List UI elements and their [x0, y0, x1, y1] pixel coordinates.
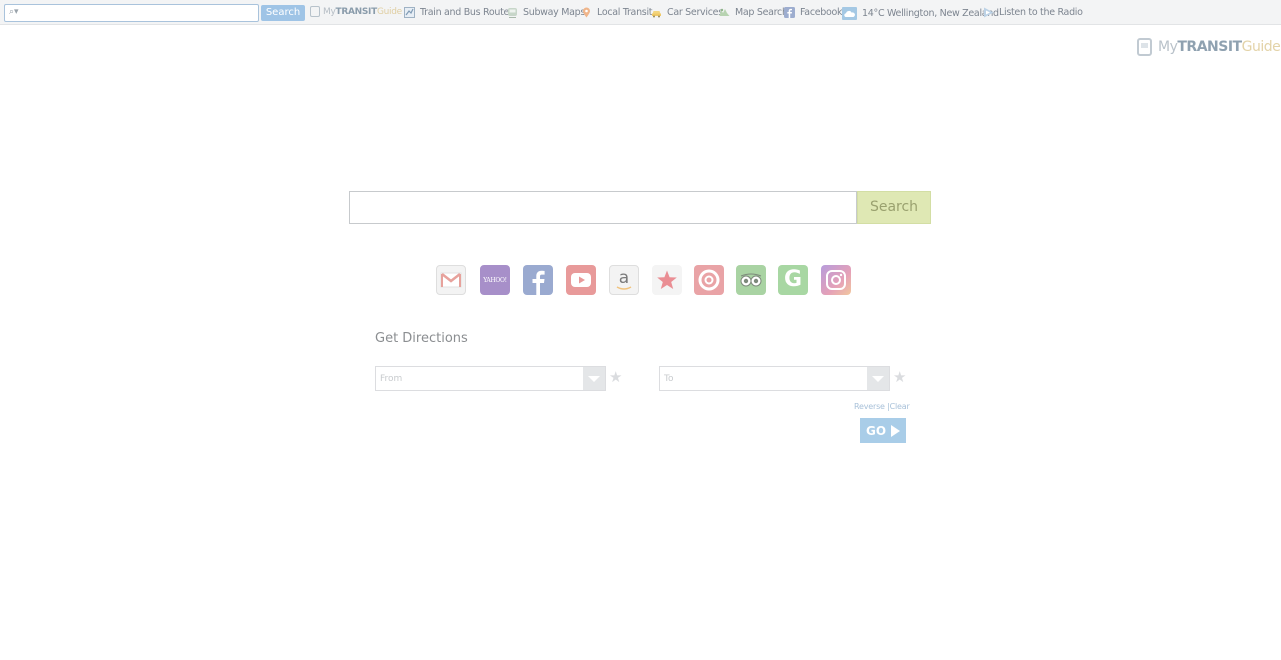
- corner-brand-logo[interactable]: MyTRANSITGuide™: [1137, 38, 1281, 56]
- toolbar-link-label: Local Transit: [597, 7, 653, 18]
- star-icon[interactable]: ★: [893, 369, 906, 386]
- main-search-box[interactable]: [349, 191, 857, 224]
- weather-cloud-icon: [842, 7, 857, 20]
- play-arrow-icon: [891, 424, 901, 437]
- quick-link-tripadvisor[interactable]: [736, 265, 766, 295]
- brand-my: My: [1158, 39, 1178, 55]
- toolbar-link-label: Car Services: [667, 7, 723, 18]
- brand-transit: TRANSIT: [335, 6, 378, 17]
- map-search-icon: [719, 8, 730, 16]
- map-pin-icon: [583, 7, 590, 18]
- main-search-input[interactable]: [350, 192, 856, 223]
- toolbar-link-label: 14°C Wellington, New Zealand: [862, 8, 999, 19]
- quick-link-instagram[interactable]: [821, 265, 851, 295]
- toolbar-link-weather[interactable]: 14°C Wellington, New Zealand: [842, 7, 999, 20]
- subway-icon: [508, 8, 517, 18]
- brand-my: My: [323, 6, 336, 17]
- chevron-down-icon[interactable]: [583, 367, 605, 390]
- toolbar-link-label: Train and Bus Routes: [420, 7, 514, 18]
- youtube-icon: [571, 273, 591, 287]
- chevron-down-icon[interactable]: [867, 367, 889, 390]
- star-icon: [657, 270, 677, 289]
- toolbar-link-label: Map Search: [735, 7, 788, 18]
- main-search-button[interactable]: Search: [857, 191, 931, 224]
- brand-guide: Guide: [1241, 39, 1281, 55]
- to-field[interactable]: [659, 366, 890, 391]
- reverse-link[interactable]: Reverse: [854, 402, 885, 411]
- bus-icon: [310, 6, 320, 17]
- quick-link-grammarly[interactable]: G: [778, 265, 808, 295]
- quick-link-yahoo[interactable]: YAHOO!: [480, 265, 510, 295]
- from-input[interactable]: [376, 367, 584, 390]
- star-icon[interactable]: ★: [609, 369, 622, 386]
- clear-link[interactable]: Clear: [890, 402, 910, 411]
- route-map-icon: [404, 7, 415, 18]
- toolbar-link-label: Facebook: [800, 7, 843, 18]
- amazon-smile-icon: [616, 285, 632, 290]
- toolbar-search-input[interactable]: [27, 6, 255, 20]
- grammarly-icon: G: [783, 267, 803, 292]
- facebook-icon: [532, 270, 545, 295]
- quick-link-facebook[interactable]: [523, 265, 553, 295]
- toolbar-search-box[interactable]: ⌕▾: [4, 4, 259, 22]
- toolbar-link-radio[interactable]: Listen to the Radio: [983, 7, 1083, 18]
- toolbar-link-car-services[interactable]: Car Services: [651, 7, 723, 18]
- toolbar-brand-logo[interactable]: My TRANSIT Guide: [310, 6, 402, 17]
- amazon-icon: a: [618, 267, 630, 288]
- from-field[interactable]: [375, 366, 606, 391]
- toolbar-link-local-transit[interactable]: Local Transit: [581, 7, 653, 18]
- search-icon: ⌕▾: [9, 7, 19, 17]
- toolbar-link-train-bus-routes[interactable]: Train and Bus Routes: [404, 7, 514, 18]
- brand-transit: TRANSIT: [1177, 39, 1242, 55]
- taxi-icon: [652, 11, 661, 18]
- play-icon: [984, 7, 994, 18]
- facebook-icon: [784, 7, 795, 18]
- toolbar-link-label: Listen to the Radio: [999, 7, 1083, 18]
- direction-actions: Reverse |Clear: [854, 402, 910, 411]
- quick-link-youtube[interactable]: [566, 265, 596, 295]
- quick-link-gmail[interactable]: [436, 265, 466, 295]
- toolbar-link-label: Subway Maps: [523, 7, 586, 18]
- tripadvisor-icon: [740, 273, 762, 287]
- yahoo-icon: YAHOO!: [483, 276, 507, 284]
- to-input[interactable]: [660, 367, 868, 390]
- toolbar-link-facebook[interactable]: Facebook: [784, 7, 843, 18]
- brand-guide: Guide: [376, 6, 402, 17]
- instagram-icon: [826, 270, 846, 290]
- bus-icon: [1137, 38, 1152, 56]
- quick-link-favorites[interactable]: [652, 265, 682, 295]
- quick-link-target[interactable]: [694, 265, 724, 295]
- go-button[interactable]: GO: [860, 418, 906, 443]
- gmail-icon: [440, 272, 462, 288]
- target-icon: [698, 269, 720, 291]
- go-label: GO: [865, 423, 887, 438]
- top-toolbar: ⌕▾ Search My TRANSIT Guide Train and Bus R…: [0, 0, 1281, 25]
- toolbar-link-map-search[interactable]: Map Search: [719, 7, 788, 18]
- quick-link-amazon[interactable]: a: [609, 265, 639, 295]
- toolbar-link-subway-maps[interactable]: Subway Maps: [507, 7, 585, 18]
- toolbar-search-button[interactable]: Search: [261, 5, 305, 21]
- directions-title: Get Directions: [375, 331, 468, 346]
